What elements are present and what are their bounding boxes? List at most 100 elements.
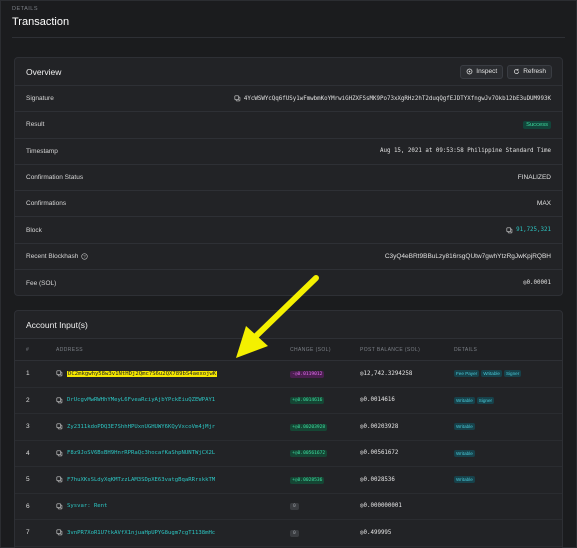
overview-row-value-text: 4YcWSWYcQq6fUSy1wFmwbmKoYMrwiGHZXFSsMK9P… (243, 95, 551, 102)
overview-row: Block 91,725,321 (15, 217, 562, 244)
overview-row-label: Recent Blockhash? (26, 253, 89, 260)
address-link[interactable]: DC2mkgwhy58w3v1NtHDj2Qmc7S6u2QX789bS4aex… (67, 370, 218, 377)
details-cell: Fee Payer Writable Signer (454, 370, 522, 378)
accounts-table-header: # ADDRESS CHANGE (SOL) POST BALANCE (SOL… (15, 339, 562, 361)
copy-icon[interactable] (56, 370, 63, 377)
copy-icon[interactable] (56, 503, 63, 510)
change-badge: +◎0.0028536 (290, 476, 325, 484)
overview-row: Result Success (15, 112, 562, 139)
inspect-label: Inspect (476, 68, 498, 75)
detail-tag: Writable (454, 396, 475, 404)
address-link[interactable]: F7huXKsSLdyXqKMTzzLAM3SDpXE63vatgBqaRRrs… (67, 477, 215, 483)
address-cell: F8z9JoSV6BsBH9HnrRPRaQc3hocafKaShpNUNTWj… (56, 450, 290, 457)
row-index: 2 (26, 396, 30, 404)
row-index: 3 (26, 423, 30, 431)
inspect-button[interactable]: Inspect (460, 64, 504, 79)
account-inputs-card: Account Input(s) # ADDRESS CHANGE (SOL) … (14, 310, 563, 548)
address-link[interactable]: 3vnPR7XoR1U7tkAVfX1njuaHpUPYG8ugm7cgT113… (67, 530, 215, 536)
overview-row-label-text: Result (26, 121, 45, 129)
change-cell: +◎0.00561672 (290, 449, 360, 458)
overview-row-value: FINALIZED (518, 174, 551, 181)
overview-row-value: Success (523, 120, 551, 129)
table-row: 6 Sysvar: Rent 0 ◎0.000000001 (15, 494, 562, 520)
address-link[interactable]: Zy2311kdoPDQ3E7ShhHPUxnUGHUWY6KQyVxcoVm4… (67, 424, 215, 430)
overview-row-label: Block (26, 227, 42, 234)
copy-icon[interactable] (56, 529, 63, 536)
change-cell: +◎0.0028536 (290, 476, 360, 484)
address-link[interactable]: F8z9JoSV6BsBH9HnrRPRaQc3hocafKaShpNUNTWj… (67, 450, 215, 456)
overview-header: Overview Inspect Refresh (15, 58, 562, 86)
svg-text:?: ? (84, 254, 87, 259)
overview-row-label: Timestamp (26, 148, 58, 155)
inspect-icon (466, 68, 473, 75)
overview-row: Timestamp Aug 15, 2021 at 09:53:58 Philip… (15, 139, 562, 165)
overview-row-value: 91,725,321 (506, 227, 551, 234)
overview-row-label-text: Timestamp (26, 147, 58, 155)
change-badge: 0 (290, 503, 299, 511)
overview-row-value: C3yQ4eBRt9BBuLzy816rsgQUtw7gwhYtzRgJwKpj… (385, 253, 551, 260)
change-badge: 0 (290, 529, 299, 537)
address-link[interactable]: DrUcgvMwRWHhYMeyL6FveaRciyAjbYPckEiuQZEW… (67, 397, 215, 403)
table-row: 2 DrUcgvMwRWHhYMeyL6FveaRciyAjbYPckEiuQZE… (15, 388, 562, 414)
refresh-button[interactable]: Refresh (507, 64, 552, 79)
table-row: 7 3vnPR7XoR1U7tkAVfX1njuaHpUPYG8ugm7cgT11… (15, 520, 562, 547)
overview-row-label-text: Confirmations (26, 200, 67, 208)
overview-row-label-text: Block (26, 226, 42, 234)
change-badge: +◎0.00561672 (290, 450, 328, 458)
refresh-label: Refresh (523, 68, 546, 75)
copy-icon[interactable] (56, 423, 63, 430)
col-change: CHANGE (SOL) (290, 346, 331, 353)
col-address: ADDRESS (56, 346, 83, 353)
overview-row-value-text: C3yQ4eBRt9BBuLzy816rsgQUtw7gwhYtzRgJwKpj… (384, 252, 551, 260)
page-header: DETAILS Transaction (12, 6, 69, 28)
row-index: 7 (26, 529, 30, 537)
table-row: 5 F7huXKsSLdyXqKMTzzLAM3SDpXE63vatgBqaRRr… (15, 467, 562, 494)
details-cell: Writable Signer (454, 396, 495, 404)
block-link[interactable]: 91,725,321 (516, 227, 551, 233)
change-cell: +◎0.00203928 (290, 423, 360, 431)
status-badge: Success (523, 120, 551, 129)
address-cell: DrUcgvMwRWHhYMeyL6FveaRciyAjbYPckEiuQZEW… (56, 397, 290, 404)
copy-icon[interactable] (234, 95, 241, 102)
overview-row-label-text: Fee (SOL) (26, 279, 57, 287)
row-index: 6 (26, 502, 30, 510)
details-cell: Writable (454, 476, 475, 484)
overview-row-value-text: FINALIZED (517, 174, 551, 182)
change-cell: -◎0.0119012 (290, 370, 360, 378)
copy-icon[interactable] (56, 397, 63, 404)
detail-tag: Writable (454, 449, 475, 457)
post-balance-cell: ◎12,742.3294258 (360, 370, 413, 377)
row-index: 1 (26, 370, 30, 378)
address-cell: Zy2311kdoPDQ3E7ShhHPUxnUGHUWY6KQyVxcoVm4… (56, 423, 290, 430)
overview-row-label-text: Signature (26, 95, 54, 103)
change-cell: +◎0.0014616 (290, 396, 360, 405)
overview-card: Overview Inspect Refresh Signature 4YcWSW… (14, 57, 563, 296)
overview-row-value: Aug 15, 2021 at 09:53:58 Philippine Stan… (380, 148, 551, 154)
overview-row: Signature 4YcWSWYcQq6fUSy1wFmwbmKoYMrwiGH… (15, 86, 562, 113)
details-cell: Writable (454, 423, 475, 431)
overview-row: Recent Blockhash? C3yQ4eBRt9BBuLzy816rsgQ… (15, 244, 562, 271)
address-cell: F7huXKsSLdyXqKMTzzLAM3SDpXE63vatgBqaRRrs… (56, 476, 290, 483)
table-row: 3 Zy2311kdoPDQ3E7ShhHPUxnUGHUWY6KQyVxcoVm… (15, 414, 562, 441)
detail-tag: Signer (476, 396, 495, 404)
address-cell: 3vnPR7XoR1U7tkAVfX1njuaHpUPYG8ugm7cgT113… (56, 529, 290, 536)
overview-row-label: Confirmation Status (26, 174, 83, 181)
copy-icon[interactable] (506, 227, 513, 234)
copy-icon[interactable] (56, 450, 63, 457)
overview-row-value: 4YcWSWYcQq6fUSy1wFmwbmKoYMrwiGHZXFSsMK9P… (234, 95, 551, 102)
address-cell: Sysvar: Rent (56, 503, 290, 510)
copy-icon[interactable] (56, 476, 63, 483)
address-link[interactable]: Sysvar: Rent (67, 503, 107, 509)
change-badge: +◎0.0014616 (290, 397, 325, 405)
col-num: # (26, 346, 30, 353)
post-balance-cell: ◎0.499995 (360, 529, 392, 536)
col-post-balance: POST BALANCE (SOL) (360, 346, 421, 353)
overview-title: Overview (26, 66, 62, 77)
row-index: 4 (26, 449, 30, 457)
table-row: 1 DC2mkgwhy58w3v1NtHDj2Qmc7S6u2QX789bS4ae… (15, 361, 562, 388)
overview-row: Confirmations MAX (15, 191, 562, 218)
detail-tag: Signer (503, 370, 522, 378)
detail-tag: Fee Payer (454, 370, 480, 378)
overview-row-value: ◎0.00001 (523, 280, 551, 286)
help-icon[interactable]: ? (81, 253, 89, 260)
